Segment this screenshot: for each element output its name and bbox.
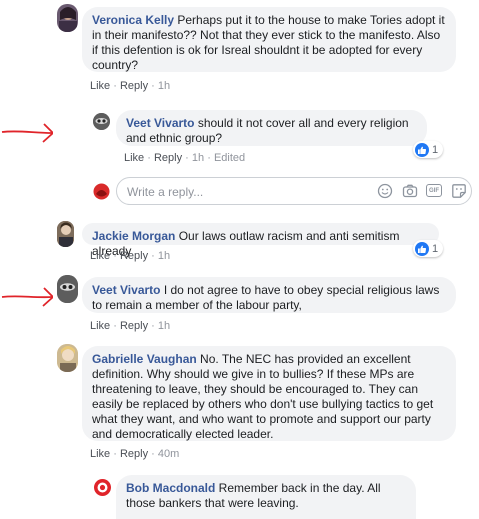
separator: · xyxy=(113,320,117,332)
sticker-icon[interactable] xyxy=(451,183,467,199)
camera-icon[interactable] xyxy=(402,183,418,199)
comment-bubble: Bob Macdonald Remember back in the day. … xyxy=(116,475,416,519)
comment-time[interactable]: 1h xyxy=(158,250,170,262)
edited-label[interactable]: Edited xyxy=(214,152,245,164)
separator: · xyxy=(113,448,117,460)
separator: · xyxy=(151,80,155,92)
avatar[interactable] xyxy=(57,221,74,247)
reply-composer: GIF xyxy=(116,177,472,205)
reply-link[interactable]: Reply xyxy=(120,250,148,262)
comment-actions: Like · Reply · 40m xyxy=(90,448,179,460)
gif-icon[interactable]: GIF xyxy=(426,184,442,197)
separator: · xyxy=(207,152,211,164)
comment-author[interactable]: Veronica Kelly xyxy=(92,13,174,27)
separator: · xyxy=(113,250,117,262)
avatar[interactable] xyxy=(93,478,112,497)
like-reaction-icon xyxy=(415,241,429,256)
reply-link[interactable]: Reply xyxy=(120,320,148,332)
emoji-icon[interactable] xyxy=(377,183,393,199)
avatar[interactable] xyxy=(57,275,78,303)
annotation-arrow-1 xyxy=(1,123,55,143)
comment-bubble: Veet Vivarto should it not cover all and… xyxy=(116,110,427,146)
reaction-count: 1 xyxy=(432,143,439,156)
comment-actions: Like · Reply · 1h xyxy=(90,320,170,332)
reply-link[interactable]: Reply xyxy=(154,152,182,164)
avatar[interactable] xyxy=(57,4,78,32)
separator: · xyxy=(151,320,155,332)
comment-author[interactable]: Gabrielle Vaughan xyxy=(92,352,197,366)
separator: · xyxy=(147,152,151,164)
comment-author[interactable]: Veet Vivarto xyxy=(92,283,160,297)
separator: · xyxy=(113,80,117,92)
separator: · xyxy=(185,152,189,164)
like-link[interactable]: Like xyxy=(90,250,110,262)
comment-actions: Like · Reply · 1h · Edited xyxy=(124,152,245,164)
comment-author[interactable]: Jackie Morgan xyxy=(92,229,175,243)
comment-bubble: Jackie Morgan Our laws outlaw racism and… xyxy=(82,223,439,258)
reaction-count: 1 xyxy=(432,242,439,255)
comment-author[interactable]: Veet Vivarto xyxy=(126,116,194,130)
reply-input[interactable] xyxy=(125,182,359,202)
avatar[interactable] xyxy=(93,113,110,130)
reaction-summary[interactable]: 1 xyxy=(413,240,444,257)
like-link[interactable]: Like xyxy=(90,448,110,460)
current-user-avatar xyxy=(93,183,110,200)
comment-time[interactable]: 1h xyxy=(192,152,204,164)
avatar[interactable] xyxy=(57,344,78,372)
comment-bubble: Gabrielle Vaughan No. The NEC has provid… xyxy=(82,346,456,441)
comment-actions: Like · Reply · 1h xyxy=(90,80,170,92)
comment-author[interactable]: Bob Macdonald xyxy=(126,481,215,495)
comment-actions: Like · Reply · 1h xyxy=(90,250,170,262)
like-link[interactable]: Like xyxy=(90,80,110,92)
like-link[interactable]: Like xyxy=(90,320,110,332)
like-reaction-icon xyxy=(415,142,429,157)
comment-time[interactable]: 1h xyxy=(158,80,170,92)
annotation-arrow-2 xyxy=(1,287,55,307)
reply-link[interactable]: Reply xyxy=(120,448,148,460)
separator: · xyxy=(151,448,155,460)
gif-label: GIF xyxy=(429,187,439,194)
separator: · xyxy=(151,250,155,262)
comment-time[interactable]: 40m xyxy=(158,448,179,460)
reaction-summary[interactable]: 1 xyxy=(413,141,444,158)
comment-time[interactable]: 1h xyxy=(158,320,170,332)
like-link[interactable]: Like xyxy=(124,152,144,164)
comment-bubble: Veronica Kelly Perhaps put it to the hou… xyxy=(82,7,456,72)
comment-bubble: Veet Vivarto I do not agree to have to o… xyxy=(82,277,456,313)
reply-link[interactable]: Reply xyxy=(120,80,148,92)
